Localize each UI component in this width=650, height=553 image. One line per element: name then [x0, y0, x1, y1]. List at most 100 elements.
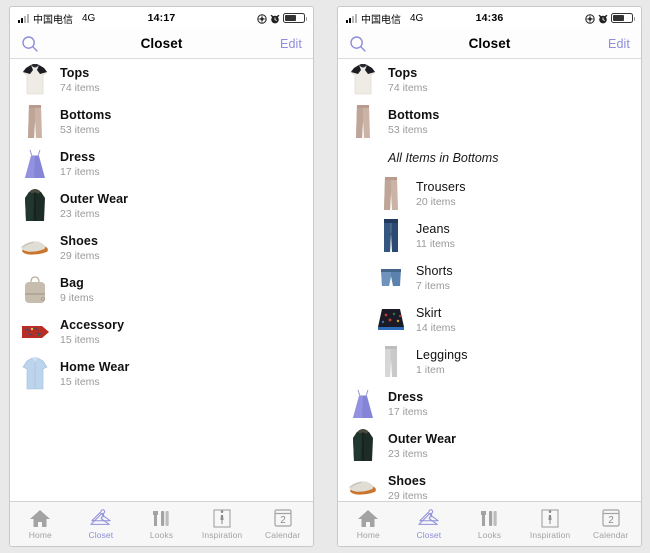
tab-label: Calendar: [265, 530, 301, 540]
closet-category-list-left[interactable]: Tops 74 items Bottoms 53 items Dress 17 items…: [10, 59, 313, 501]
category-row[interactable]: Outer Wear 23 items: [338, 425, 641, 467]
section-header: All Items in Bottoms: [388, 151, 499, 165]
coat-thumb: [20, 187, 50, 225]
looks-icon: [478, 508, 500, 528]
row-text: Tops 74 items: [388, 66, 428, 94]
category-row[interactable]: Dress 17 items: [338, 383, 641, 425]
search-icon[interactable]: [349, 35, 367, 53]
tab-closet[interactable]: Closet: [71, 508, 132, 540]
category-row[interactable]: Bag 9 items: [10, 269, 313, 311]
tab-label: Calendar: [593, 530, 629, 540]
search-icon[interactable]: [21, 35, 39, 53]
item-count: 15 items: [60, 334, 100, 347]
category-row[interactable]: Bottoms 53 items: [338, 101, 641, 143]
home-icon: [29, 508, 51, 528]
category-row[interactable]: Shoes 29 items: [10, 227, 313, 269]
trousers-thumb: [376, 175, 406, 213]
category-row[interactable]: Shoes 29 items: [338, 467, 641, 501]
dress-thumb: [348, 385, 378, 423]
category-name: Dress: [60, 149, 96, 164]
status-bar: 中国电信 4G 14:17: [10, 7, 313, 29]
category-row[interactable]: Tops 74 items: [338, 59, 641, 101]
category-name: Bottoms: [388, 107, 440, 122]
category-row[interactable]: Tops 74 items: [10, 59, 313, 101]
tab-home[interactable]: Home: [10, 508, 71, 540]
category-name: Trousers: [416, 179, 466, 194]
subcategory-row[interactable]: Shorts 7 items: [338, 257, 641, 299]
category-name: Home Wear: [60, 359, 130, 374]
tab-closet[interactable]: Closet: [399, 508, 460, 540]
svg-text:2: 2: [608, 515, 614, 526]
item-count: 17 items: [388, 406, 428, 419]
tshirt-thumb: [20, 61, 50, 99]
item-count: 9 items: [60, 292, 94, 305]
phone-screen-right: 中国电信 4G 14:36 Closet Edit Tops 74 items Bottoms…: [337, 6, 642, 547]
home-icon: [357, 508, 379, 528]
tab-label: Inspiration: [201, 530, 243, 540]
tab-label: Looks: [149, 530, 174, 540]
item-count: 14 items: [416, 322, 456, 335]
tab-label: Home: [28, 530, 52, 540]
navigation-bar: Closet Edit: [338, 29, 641, 59]
row-text: Home Wear 15 items: [60, 360, 129, 388]
category-row[interactable]: Bottoms 53 items: [10, 101, 313, 143]
dress-thumb: [20, 145, 50, 183]
tab-bar: Home Closet Looks Inspiration 2 Calendar: [10, 501, 313, 546]
shoes-thumb: [348, 469, 378, 501]
row-text: Shorts 7 items: [416, 264, 453, 292]
category-row[interactable]: Accessory 15 items: [10, 311, 313, 353]
shoes-thumb: [20, 229, 50, 267]
item-count: 53 items: [60, 124, 100, 137]
tab-calendar[interactable]: 2 Calendar: [252, 508, 313, 540]
item-count: 74 items: [60, 82, 100, 95]
tab-looks[interactable]: Looks: [131, 508, 192, 540]
category-name: Skirt: [416, 305, 442, 320]
item-count: 53 items: [388, 124, 428, 137]
status-bar: 中国电信 4G 14:36: [338, 7, 641, 29]
item-count: 23 items: [60, 208, 100, 221]
item-count: 29 items: [60, 250, 100, 263]
item-count: 17 items: [60, 166, 100, 179]
screenshot-root: 中国电信 4G 14:17 Closet Edit Tops 74 items Bottoms…: [0, 0, 650, 553]
page-title: Closet: [140, 36, 183, 51]
category-row[interactable]: Outer Wear 23 items: [10, 185, 313, 227]
subcategory-row[interactable]: Jeans 11 items: [338, 215, 641, 257]
alarm-icon: [270, 14, 280, 23]
category-name: Bottoms: [60, 107, 112, 122]
closet-category-list-right[interactable]: Tops 74 items Bottoms 53 items All Items in …: [338, 59, 641, 501]
row-text: Shoes 29 items: [388, 474, 428, 501]
tab-inspiration[interactable]: Inspiration: [192, 508, 253, 540]
category-row[interactable]: Dress 17 items: [10, 143, 313, 185]
scarf-thumb: [20, 313, 50, 351]
tab-home[interactable]: Home: [338, 508, 399, 540]
row-text: Leggings 1 item: [416, 348, 468, 376]
tab-calendar[interactable]: 2 Calendar: [580, 508, 641, 540]
row-text: Bottoms 53 items: [388, 108, 439, 136]
category-name: Outer Wear: [60, 191, 129, 206]
tab-inspiration[interactable]: Inspiration: [520, 508, 581, 540]
subcategory-row[interactable]: Skirt 14 items: [338, 299, 641, 341]
item-count: 20 items: [416, 196, 456, 209]
battery-icon: [283, 13, 307, 23]
row-text: Trousers 20 items: [416, 180, 466, 208]
row-text: Accessory 15 items: [60, 318, 124, 346]
inspiration-icon: [539, 508, 561, 528]
category-name: Dress: [388, 389, 424, 404]
phone-screen-left: 中国电信 4G 14:17 Closet Edit Tops 74 items Bottoms…: [9, 6, 314, 547]
row-text: Dress 17 items: [388, 390, 428, 418]
tab-label: Looks: [477, 530, 502, 540]
coat-thumb: [348, 427, 378, 465]
category-row[interactable]: Home Wear 15 items: [10, 353, 313, 395]
calendar-icon: 2: [272, 508, 294, 528]
category-name: Jeans: [416, 221, 450, 236]
shorts-thumb: [376, 259, 406, 297]
edit-button[interactable]: Edit: [608, 37, 630, 51]
subcategory-row[interactable]: Leggings 1 item: [338, 341, 641, 383]
subcategory-row[interactable]: Trousers 20 items: [338, 173, 641, 215]
edit-button[interactable]: Edit: [280, 37, 302, 51]
category-name: Shoes: [388, 473, 427, 488]
tab-bar: Home Closet Looks Inspiration 2 Calendar: [338, 501, 641, 546]
looks-icon: [150, 508, 172, 528]
tab-looks[interactable]: Looks: [459, 508, 520, 540]
category-name: Outer Wear: [388, 431, 457, 446]
